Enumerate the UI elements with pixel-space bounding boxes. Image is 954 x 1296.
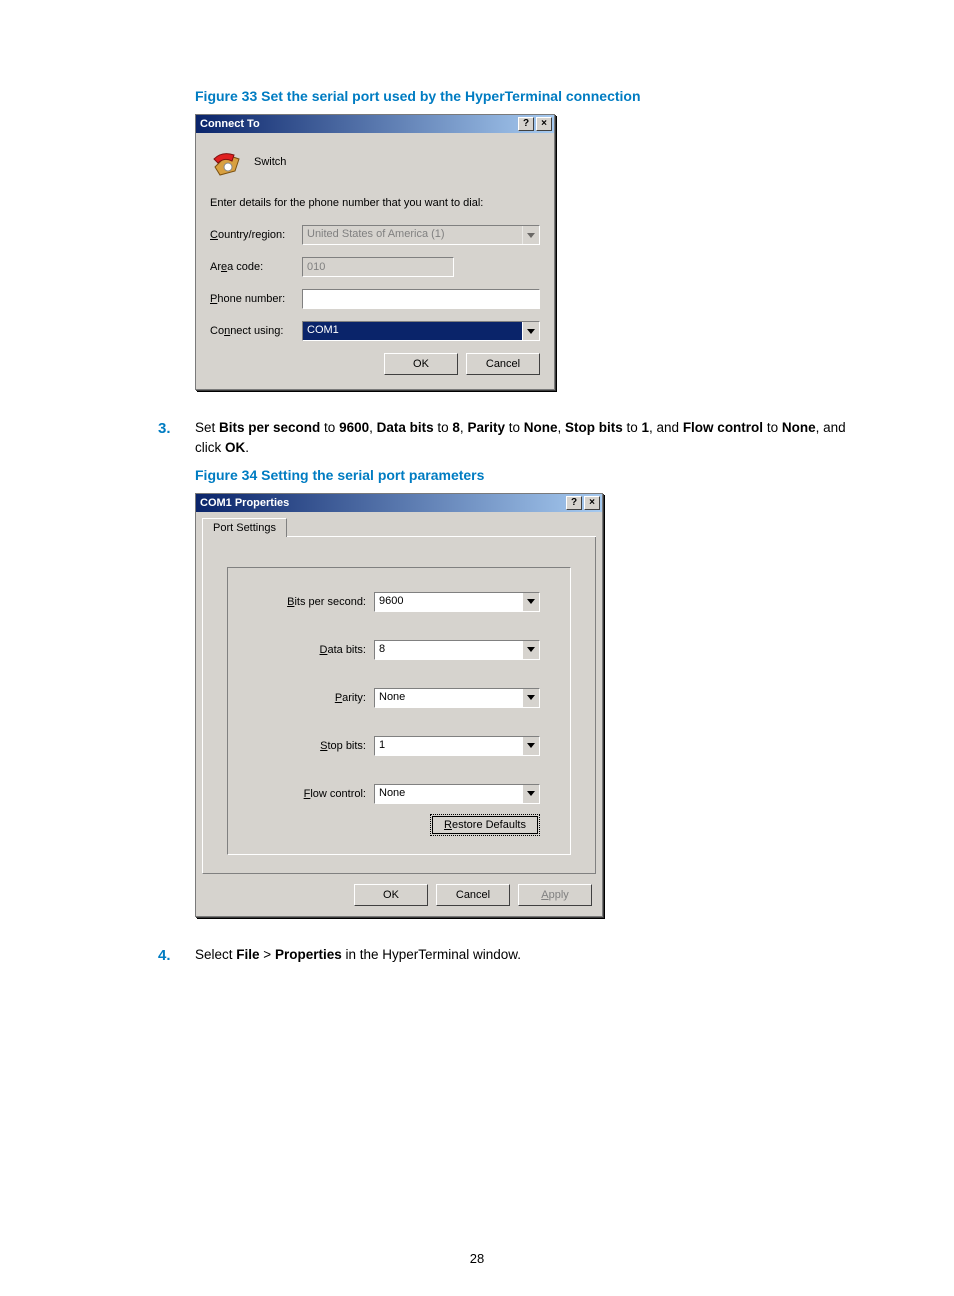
- bits-per-second-label: Bits per second:: [258, 596, 374, 608]
- flow-control-label: Flow control:: [258, 788, 374, 800]
- area-code-input: [302, 257, 454, 277]
- dialog-title: Connect To: [200, 118, 260, 130]
- apply-button[interactable]: Apply: [518, 884, 592, 906]
- figure-34-caption: Figure 34 Setting the serial port parame…: [195, 467, 854, 483]
- help-icon[interactable]: ?: [518, 117, 534, 131]
- data-bits-label: Data bits:: [258, 644, 374, 656]
- connect-using-label: Connect using:: [210, 325, 302, 337]
- ok-button[interactable]: OK: [354, 884, 428, 906]
- step-4: 4. Select File > Properties in the Hyper…: [158, 945, 854, 968]
- phone-number-label: Phone number:: [210, 293, 302, 305]
- com1-properties-dialog: COM1 Properties ? × Port Settings Bits p…: [195, 493, 603, 917]
- ok-button[interactable]: OK: [384, 353, 458, 375]
- dialog-titlebar: Connect To ? ×: [196, 115, 554, 133]
- stop-bits-label: Stop bits:: [258, 740, 374, 752]
- bits-per-second-select[interactable]: 9600: [374, 592, 540, 612]
- dialog-titlebar: COM1 Properties ? ×: [196, 494, 602, 512]
- help-icon[interactable]: ?: [566, 496, 582, 510]
- chevron-down-icon[interactable]: [522, 785, 539, 803]
- country-select: United States of America (1): [302, 225, 540, 245]
- chevron-down-icon: [522, 226, 539, 244]
- close-icon[interactable]: ×: [536, 117, 552, 131]
- page-number: 28: [0, 1251, 954, 1266]
- chevron-down-icon[interactable]: [522, 641, 539, 659]
- step-3: 3. Set Bits per second to 9600, Data bit…: [158, 418, 854, 459]
- phone-number-input[interactable]: [302, 289, 540, 309]
- chevron-down-icon[interactable]: [522, 593, 539, 611]
- restore-defaults-button[interactable]: Restore Defaults: [430, 814, 540, 836]
- area-code-label: Area code:: [210, 261, 302, 273]
- connect-to-dialog: Connect To ? × Switch Enter details for …: [195, 114, 555, 390]
- country-label: Country/region:: [210, 229, 302, 241]
- stop-bits-select[interactable]: 1: [374, 736, 540, 756]
- connection-name: Switch: [254, 156, 286, 168]
- cancel-button[interactable]: Cancel: [466, 353, 540, 375]
- flow-control-select[interactable]: None: [374, 784, 540, 804]
- parity-label: Parity:: [258, 692, 374, 704]
- chevron-down-icon[interactable]: [522, 737, 539, 755]
- figure-33-caption: Figure 33 Set the serial port used by th…: [195, 88, 854, 104]
- cancel-button[interactable]: Cancel: [436, 884, 510, 906]
- phone-icon: [210, 145, 244, 179]
- instruction-text: Enter details for the phone number that …: [210, 197, 540, 209]
- tab-port-settings[interactable]: Port Settings: [202, 518, 287, 537]
- data-bits-select[interactable]: 8: [374, 640, 540, 660]
- close-icon[interactable]: ×: [584, 496, 600, 510]
- connect-using-select[interactable]: COM1: [302, 321, 540, 341]
- dialog-title: COM1 Properties: [200, 497, 289, 509]
- parity-select[interactable]: None: [374, 688, 540, 708]
- chevron-down-icon[interactable]: [522, 689, 539, 707]
- chevron-down-icon[interactable]: [522, 322, 539, 340]
